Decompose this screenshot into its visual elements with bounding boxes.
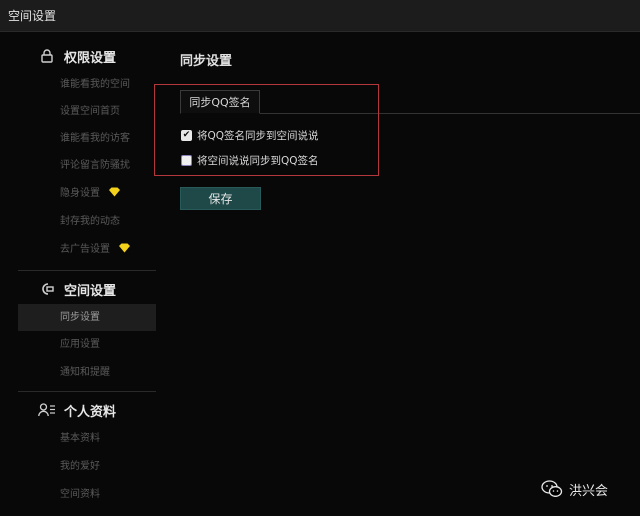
sidebar-item-label: 评论留言防骚扰: [60, 160, 130, 171]
sidebar-item-who-can-view-visitors[interactable]: 谁能看我的访客: [18, 126, 156, 152]
sidebar-item-hobbies[interactable]: 我的爱好: [18, 454, 156, 480]
sidebar-item-label: 谁能看我的访客: [60, 133, 130, 144]
sidebar-item-label: 空间资料: [60, 489, 100, 500]
sidebar-item-space-info[interactable]: 空间资料: [18, 482, 156, 508]
wechat-icon: [541, 480, 563, 498]
checkbox-unchecked[interactable]: [181, 154, 192, 166]
sidebar-item-label: 封存我的动态: [60, 216, 120, 227]
profile-icon: [36, 403, 58, 417]
sidebar-section-title: 空间设置: [64, 283, 117, 299]
settings-window: 权限设置 谁能看我的空间 设置空间首页 谁能看我的访客 评论留言防骚扰 隐身设置…: [0, 32, 640, 516]
sidebar-section-title: 权限设置: [64, 50, 117, 66]
sidebar-item-invisible-settings[interactable]: 隐身设置: [18, 181, 156, 207]
sidebar-item-anti-harassment[interactable]: 评论留言防骚扰: [18, 153, 156, 179]
sidebar-item-ad-removal[interactable]: 去广告设置: [18, 237, 156, 263]
sidebar-item-set-homepage[interactable]: 设置空间首页: [18, 99, 156, 125]
page-title: 同步设置: [180, 54, 233, 69]
sidebar-section-space-settings[interactable]: 空间设置: [18, 275, 156, 303]
diamond-icon: [118, 237, 131, 263]
sidebar-item-label: 谁能看我的空间: [60, 79, 130, 90]
window-title-bar: 空间设置: [0, 0, 640, 32]
sidebar-item-sync-settings[interactable]: 同步设置: [18, 304, 156, 331]
sidebar-item-basic-info[interactable]: 基本资料: [18, 426, 156, 452]
sidebar-section-title: 个人资料: [64, 404, 117, 420]
sidebar-item-label: 同步设置: [60, 311, 100, 323]
sidebar-item-label: 我的爱好: [60, 461, 100, 472]
sidebar-item-who-can-view-space[interactable]: 谁能看我的空间: [18, 72, 156, 98]
sidebar-item-label: 应用设置: [60, 339, 100, 350]
option-label: 将空间说说同步到QQ签名: [197, 154, 319, 167]
option-label: 将QQ签名同步到空间说说: [197, 129, 319, 142]
space-settings-icon: [36, 282, 58, 296]
option-sync-space-to-signature[interactable]: 将空间说说同步到QQ签名: [181, 152, 319, 168]
sidebar-item-label: 基本资料: [60, 433, 100, 444]
watermark-text: 洪兴会: [569, 483, 609, 499]
checkbox-checked[interactable]: ✔: [181, 129, 192, 141]
sidebar: 权限设置 谁能看我的空间 设置空间首页 谁能看我的访客 评论留言防骚扰 隐身设置…: [18, 32, 156, 516]
option-sync-signature-to-space[interactable]: ✔ 将QQ签名同步到空间说说: [181, 127, 319, 143]
save-button[interactable]: 保存: [180, 187, 261, 210]
lock-icon: [36, 49, 58, 63]
sidebar-item-label: 通知和提醒: [60, 367, 110, 378]
window-title: 空间设置: [8, 9, 57, 23]
sidebar-item-label: 隐身设置: [60, 188, 100, 199]
sidebar-item-label: 去广告设置: [60, 244, 110, 255]
watermark: 洪兴会: [541, 478, 608, 500]
sidebar-section-privacy[interactable]: 权限设置: [18, 42, 156, 70]
diamond-icon: [108, 181, 121, 207]
sidebar-item-notifications[interactable]: 通知和提醒: [18, 360, 156, 386]
sidebar-item-app-settings[interactable]: 应用设置: [18, 332, 156, 358]
sidebar-divider: [18, 270, 156, 271]
sidebar-item-archive-feed[interactable]: 封存我的动态: [18, 209, 156, 235]
sidebar-section-profile[interactable]: 个人资料: [18, 396, 156, 424]
sidebar-item-label: 设置空间首页: [60, 106, 120, 117]
sidebar-divider: [18, 391, 156, 392]
